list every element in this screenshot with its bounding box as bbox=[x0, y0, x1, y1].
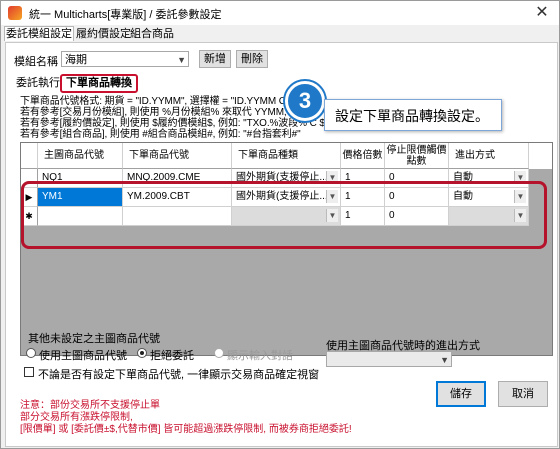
cell-main-symbol[interactable]: NQ1 bbox=[38, 169, 123, 188]
row-marker bbox=[21, 169, 38, 188]
radio-use-main-symbol[interactable] bbox=[26, 348, 36, 358]
step-badge: 3 bbox=[285, 81, 325, 121]
table-row[interactable]: ▶ YM1 YM.2009.CBT 國外期貨(支援停止... ▼ 1 0 自動 … bbox=[21, 188, 552, 207]
app-icon bbox=[8, 6, 22, 20]
tab-combo-products[interactable]: 組合商品 bbox=[129, 27, 175, 41]
cell-order-symbol[interactable]: MNQ.2009.CME bbox=[123, 169, 232, 188]
row-marker: ▶ bbox=[21, 188, 38, 207]
cell-exit-mode[interactable]: ▼ bbox=[449, 207, 529, 226]
window-title: 統一 Multicharts[專業版] / 委託參數設定 bbox=[29, 9, 222, 21]
settings-panel: 模組名稱 海期 ▼ 新增 刪除 委託執行 下單商品轉換 下單商品代號格式: 期貨… bbox=[5, 42, 558, 447]
grid-header: 主圖商品代號 下單商品代號 下單商品種類 價格倍數 停止限價觸價點數 進出方式 bbox=[21, 143, 552, 169]
conversion-grid: 主圖商品代號 下單商品代號 下單商品種類 價格倍數 停止限價觸價點數 進出方式 … bbox=[20, 142, 553, 356]
col-header-exit-mode[interactable]: 進出方式 bbox=[449, 143, 529, 169]
table-row-new[interactable]: ✱ ▼ 1 0 ▼ bbox=[21, 207, 552, 226]
cell-main-symbol[interactable] bbox=[38, 207, 123, 226]
radio-use-main-symbol-label[interactable]: 使用主圖商品代號 bbox=[39, 347, 127, 363]
col-header-main-symbol[interactable]: 主圖商品代號 bbox=[38, 143, 123, 169]
cell-price-multiplier[interactable]: 1 bbox=[341, 207, 385, 226]
cell-product-kind[interactable]: 國外期貨(支援停止... ▼ bbox=[232, 169, 341, 188]
close-icon[interactable]: ✕ bbox=[531, 2, 553, 24]
grid-corner bbox=[21, 143, 38, 169]
radio-reject-order-label[interactable]: 拒絕委託 bbox=[150, 347, 194, 363]
cell-exit-mode[interactable]: 自動 ▼ bbox=[449, 188, 529, 207]
chevron-down-icon[interactable]: ▼ bbox=[514, 190, 526, 203]
chevron-down-icon[interactable]: ▼ bbox=[326, 209, 338, 222]
tab-strike-settings[interactable]: 履約價設定 bbox=[75, 27, 132, 41]
chevron-down-icon: ▼ bbox=[440, 355, 449, 365]
top-tab-bar: 委託模組設定 履約價設定 組合商品 bbox=[1, 25, 559, 42]
cancel-button[interactable]: 取消 bbox=[498, 381, 548, 407]
radio-reject-order[interactable] bbox=[137, 348, 147, 358]
module-select-value: 海期 bbox=[65, 54, 87, 66]
other-group-title: 其他未設定之主圖商品代號 bbox=[28, 333, 160, 345]
note-line: [限價單] 或 [委託價±$,代替市價] 皆可能超過漲跌停限制, 而被券商拒絕委… bbox=[20, 424, 352, 435]
cell-product-kind[interactable]: 國外期貨(支援停止... ▼ bbox=[232, 188, 341, 207]
chevron-down-icon: ▼ bbox=[177, 55, 186, 65]
cell-main-symbol[interactable]: YM1 bbox=[38, 188, 123, 207]
radio-show-input-dialog[interactable] bbox=[214, 348, 224, 358]
cell-stop-ticks[interactable]: 0 bbox=[385, 188, 449, 207]
always-confirm-label[interactable]: 不論是否有設定下單商品代號, 一律顯示交易商品確定視窗 bbox=[38, 366, 319, 382]
cell-product-kind-value: 國外期貨(支援停止... bbox=[236, 172, 328, 183]
cell-order-symbol[interactable] bbox=[123, 207, 232, 226]
always-confirm-checkbox[interactable] bbox=[24, 367, 34, 377]
delete-module-button[interactable]: 刪除 bbox=[236, 50, 268, 68]
hint-line: 若有參考[組合商品], 則使用 #組合商品模組#, 例如: "#台指套利#" bbox=[20, 129, 301, 140]
cell-order-symbol[interactable]: YM.2009.CBT bbox=[123, 188, 232, 207]
tab-module-settings[interactable]: 委託模組設定 bbox=[4, 26, 74, 41]
dialog-window: 統一 Multicharts[專業版] / 委託參數設定 ✕ 委託模組設定 履約… bbox=[0, 0, 560, 449]
subtab-order-execution[interactable]: 委託執行 bbox=[14, 76, 62, 91]
save-button[interactable]: 儲存 bbox=[436, 381, 486, 407]
chevron-down-icon[interactable]: ▼ bbox=[514, 171, 526, 184]
cell-exit-mode[interactable]: 自動 ▼ bbox=[449, 169, 529, 188]
add-module-button[interactable]: 新增 bbox=[199, 50, 231, 68]
col-header-stop-ticks[interactable]: 停止限價觸價點數 bbox=[385, 143, 449, 169]
module-select[interactable]: 海期 ▼ bbox=[61, 51, 189, 67]
module-name-label: 模組名稱 bbox=[14, 56, 58, 68]
cell-stop-ticks[interactable]: 0 bbox=[385, 207, 449, 226]
col-header-price-multiplier[interactable]: 價格倍數 bbox=[341, 143, 385, 169]
chevron-down-icon[interactable]: ▼ bbox=[326, 190, 338, 203]
cell-exit-mode-value: 自動 bbox=[453, 172, 473, 183]
col-header-order-symbol[interactable]: 下單商品代號 bbox=[123, 143, 232, 169]
title-bar: 統一 Multicharts[專業版] / 委託參數設定 ✕ bbox=[1, 1, 559, 26]
cell-stop-ticks[interactable]: 0 bbox=[385, 169, 449, 188]
new-row-marker: ✱ bbox=[21, 207, 38, 226]
exit-mode-select[interactable]: ▼ bbox=[326, 351, 452, 367]
step-callout: 設定下單商品轉換設定。 bbox=[324, 99, 502, 131]
col-header-product-kind[interactable]: 下單商品種類 bbox=[232, 143, 341, 169]
cell-product-kind[interactable]: ▼ bbox=[232, 207, 341, 226]
cell-price-multiplier[interactable]: 1 bbox=[341, 169, 385, 188]
chevron-down-icon[interactable]: ▼ bbox=[326, 171, 338, 184]
cell-price-multiplier[interactable]: 1 bbox=[341, 188, 385, 207]
radio-show-input-dialog-label[interactable]: 顯示輸入對話 bbox=[227, 347, 293, 363]
table-row[interactable]: NQ1 MNQ.2009.CME 國外期貨(支援停止... ▼ 1 0 自動 ▼ bbox=[21, 169, 552, 188]
cell-exit-mode-value: 自動 bbox=[453, 191, 473, 202]
chevron-down-icon[interactable]: ▼ bbox=[514, 209, 526, 222]
cell-product-kind-value: 國外期貨(支援停止... bbox=[236, 191, 328, 202]
subtab-order-product-conversion[interactable]: 下單商品轉換 bbox=[60, 74, 138, 93]
